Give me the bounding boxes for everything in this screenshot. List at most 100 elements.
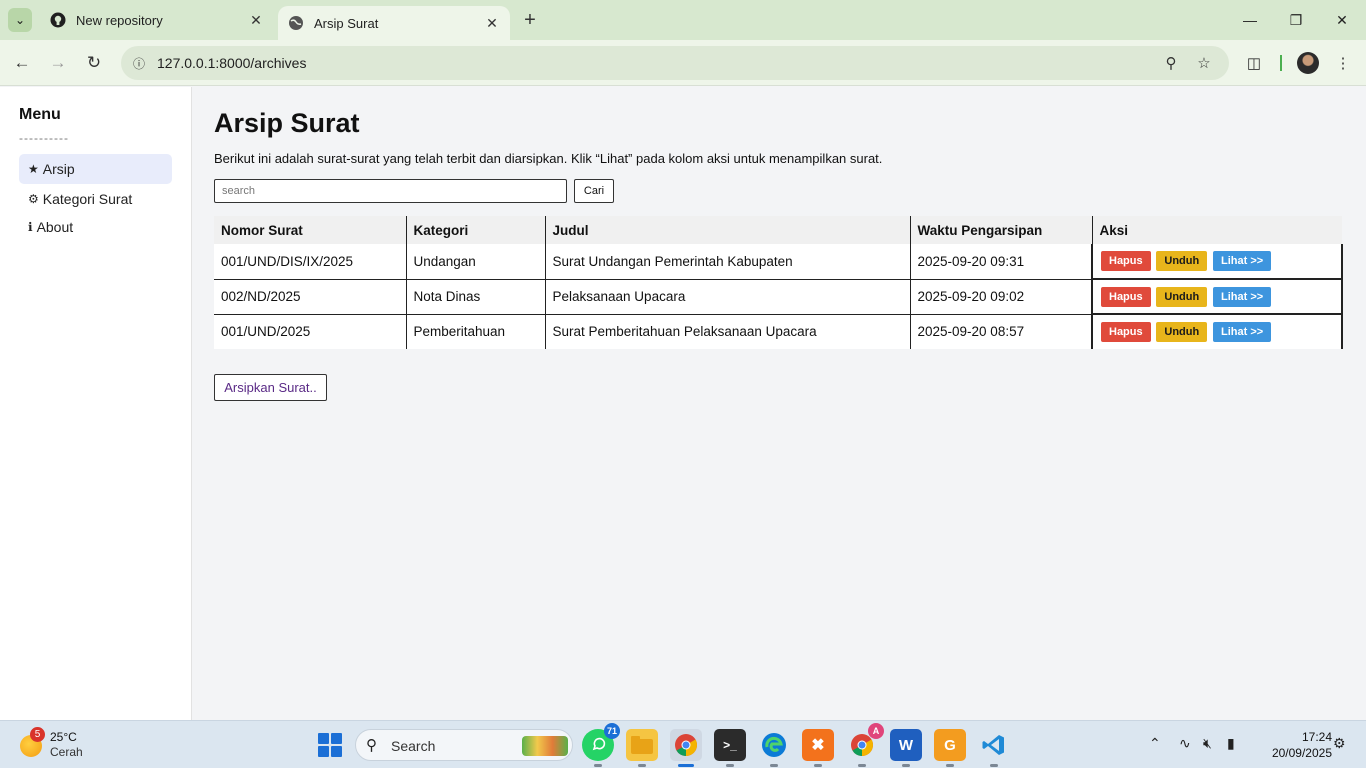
page-description: Berikut ini adalah surat-surat yang tela… bbox=[214, 151, 883, 166]
edge-icon[interactable] bbox=[758, 729, 790, 767]
cell-nomor: 001/UND/2025 bbox=[214, 314, 407, 349]
browser-tabstrip: ⌄ New repository ✕ Arsip Surat ✕ + — ❐ ✕ bbox=[0, 0, 1366, 40]
windows-start-icon[interactable] bbox=[318, 733, 342, 757]
close-icon[interactable]: ✕ bbox=[482, 13, 502, 33]
sidebar-item-label: Kategori Surat bbox=[42, 191, 133, 207]
file-explorer-icon[interactable] bbox=[626, 729, 658, 767]
terminal-prompt-icon: >_ bbox=[723, 738, 737, 752]
extensions-icon[interactable]: ◫ bbox=[1242, 51, 1266, 75]
tab-title: Arsip Surat bbox=[314, 15, 379, 31]
active-indicator bbox=[678, 764, 694, 767]
chrome-profile-icon[interactable]: A bbox=[846, 723, 884, 767]
info-icon: ℹ bbox=[28, 220, 33, 234]
sidebar-divider: ---------- bbox=[19, 131, 69, 145]
clock-date: 20/09/2025 bbox=[1271, 746, 1332, 760]
table-row: 001/UND/2025 Pemberitahuan Surat Pemberi… bbox=[214, 314, 1343, 349]
terminal-icon[interactable]: >_ bbox=[714, 729, 746, 767]
sidebar: Menu ---------- ★ Arsip ⚙ Kategori Surat… bbox=[0, 87, 192, 720]
tab-title: New repository bbox=[76, 12, 163, 28]
cell-judul: Surat Undangan Pemerintah Kabupaten bbox=[545, 244, 911, 280]
pdf-app-icon[interactable]: G bbox=[934, 729, 966, 767]
archive-letter-button[interactable]: Arsipkan Surat.. bbox=[214, 374, 327, 401]
running-indicator bbox=[726, 764, 734, 767]
word-icon[interactable]: W bbox=[890, 729, 922, 767]
tab-new-repository[interactable]: New repository ✕ bbox=[40, 0, 274, 40]
taskbar-search[interactable]: ⚲ Search bbox=[355, 729, 573, 761]
column-header-aksi: Aksi bbox=[1092, 216, 1342, 244]
address-bar[interactable]: ⓘ 127.0.0.1:8000/archives ⚲ ☆ bbox=[121, 46, 1229, 80]
zoom-icon[interactable]: ⚲ bbox=[1161, 53, 1181, 73]
view-button[interactable]: Lihat >> bbox=[1212, 286, 1272, 307]
close-icon[interactable]: ✕ bbox=[246, 10, 266, 30]
view-button[interactable]: Lihat >> bbox=[1212, 251, 1272, 271]
cell-waktu: 2025-09-20 09:31 bbox=[910, 244, 1093, 280]
word-logo-icon: W bbox=[898, 736, 914, 754]
cell-judul: Pelaksanaan Upacara bbox=[545, 279, 911, 315]
site-info-icon[interactable]: ⓘ bbox=[129, 53, 149, 73]
column-header-nomor: Nomor Surat bbox=[214, 216, 407, 244]
cell-kategori: Pemberitahuan bbox=[406, 314, 546, 349]
speaker-muted-icon[interactable]: 🔇︎ bbox=[1203, 735, 1212, 752]
running-indicator bbox=[990, 764, 998, 767]
search-highlight-art bbox=[522, 736, 568, 756]
search-input[interactable] bbox=[214, 179, 567, 203]
chevron-up-icon[interactable]: ⌃ bbox=[1149, 735, 1161, 752]
delete-button[interactable]: Hapus bbox=[1101, 322, 1151, 342]
weather-badge: 5 bbox=[30, 727, 45, 742]
reload-button[interactable]: ↻ bbox=[80, 49, 108, 77]
tab-search-button[interactable]: ⌄ bbox=[8, 8, 32, 32]
minimize-button[interactable]: — bbox=[1227, 0, 1273, 40]
view-button[interactable]: Lihat >> bbox=[1212, 322, 1272, 342]
running-indicator bbox=[902, 764, 910, 767]
taskbar-clock[interactable]: 17:24 20/09/2025 bbox=[1252, 729, 1332, 761]
back-button[interactable]: ← bbox=[8, 49, 36, 77]
weather-widget[interactable]: 5 25°C Cerah bbox=[18, 727, 98, 763]
taskbar: 5 25°C Cerah ⚲ Search 71 >_ ✖ A W G ⌃ ∿ … bbox=[0, 720, 1366, 768]
cell-kategori: Undangan bbox=[406, 244, 546, 280]
download-button[interactable]: Unduh bbox=[1156, 286, 1208, 307]
chrome-icon[interactable] bbox=[670, 729, 702, 767]
wifi-icon[interactable]: ∿ bbox=[1179, 735, 1191, 752]
taskbar-search-label: Search bbox=[391, 738, 436, 754]
forward-button[interactable]: → bbox=[44, 49, 72, 77]
sidebar-item-label: Arsip bbox=[42, 161, 75, 177]
column-header-waktu: Waktu Pengarsipan bbox=[910, 216, 1093, 244]
download-button[interactable]: Unduh bbox=[1156, 322, 1208, 342]
tab-arsip-surat[interactable]: Arsip Surat ✕ bbox=[278, 6, 510, 40]
delete-button[interactable]: Hapus bbox=[1101, 286, 1151, 307]
sidebar-item-about[interactable]: ℹ About bbox=[19, 212, 172, 242]
whatsapp-icon[interactable]: 71 bbox=[582, 723, 620, 767]
notification-icon[interactable]: ⚙ bbox=[1333, 735, 1346, 752]
browser-toolbar: ← → ↻ ⓘ 127.0.0.1:8000/archives ⚲ ☆ ◫ ⋮ bbox=[0, 40, 1366, 86]
vscode-icon[interactable] bbox=[978, 729, 1010, 767]
cell-waktu: 2025-09-20 08:57 bbox=[910, 314, 1093, 349]
running-indicator bbox=[770, 764, 778, 767]
chrome-profile-badge: A bbox=[868, 723, 884, 739]
table-header-row: Nomor Surat Kategori Judul Waktu Pengars… bbox=[214, 216, 1342, 244]
running-indicator bbox=[946, 764, 954, 767]
sidebar-item-arsip[interactable]: ★ Arsip bbox=[19, 154, 172, 184]
search-button[interactable]: Cari bbox=[574, 179, 614, 203]
sidebar-item-kategori[interactable]: ⚙ Kategori Surat bbox=[19, 184, 172, 214]
running-indicator bbox=[858, 764, 866, 767]
bookmark-star-icon[interactable]: ☆ bbox=[1194, 53, 1214, 73]
restore-button[interactable]: ❐ bbox=[1273, 0, 1319, 40]
profile-avatar[interactable] bbox=[1297, 52, 1319, 74]
battery-icon[interactable]: ▮ bbox=[1227, 735, 1235, 752]
xampp-logo-icon: ✖ bbox=[811, 737, 825, 754]
cell-actions: Hapus Unduh Lihat >> bbox=[1091, 279, 1343, 315]
pdf-logo-icon: G bbox=[944, 736, 956, 754]
archive-table: Nomor Surat Kategori Judul Waktu Pengars… bbox=[214, 216, 1343, 349]
weather-condition: Cerah bbox=[50, 745, 83, 759]
star-icon: ★ bbox=[28, 162, 39, 176]
download-button[interactable]: Unduh bbox=[1156, 251, 1208, 271]
close-window-button[interactable]: ✕ bbox=[1319, 0, 1365, 40]
new-tab-button[interactable]: + bbox=[518, 8, 542, 32]
clock-time: 17:24 bbox=[1301, 730, 1332, 744]
github-icon bbox=[50, 12, 66, 28]
delete-button[interactable]: Hapus bbox=[1101, 251, 1151, 271]
xampp-icon[interactable]: ✖ bbox=[802, 729, 834, 767]
cell-nomor: 002/ND/2025 bbox=[214, 279, 407, 315]
more-menu-icon[interactable]: ⋮ bbox=[1331, 51, 1355, 75]
weather-temperature: 25°C bbox=[50, 730, 77, 744]
